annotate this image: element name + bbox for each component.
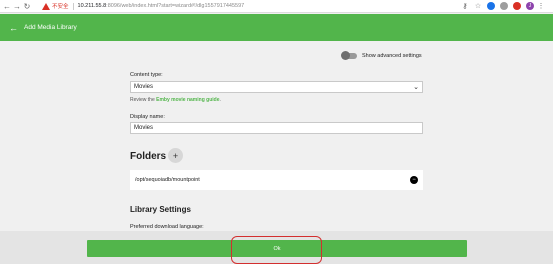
- advanced-settings-label: Show advanced settings: [362, 53, 422, 59]
- content-type-value: Movies: [134, 84, 154, 90]
- naming-guide-hint: Review the Emby movie naming guide.: [130, 97, 221, 103]
- display-name-input[interactable]: Movies: [130, 122, 423, 134]
- download-language-label: Preferred download language:: [130, 224, 204, 230]
- naming-guide-link[interactable]: Emby movie naming guide: [156, 97, 219, 103]
- back-arrow-icon[interactable]: ←: [2, 0, 12, 13]
- gray-extension-icon[interactable]: [500, 2, 508, 10]
- blue-extension-icon[interactable]: [487, 2, 495, 10]
- url-host: 10.211.55.8: [77, 3, 107, 9]
- advanced-settings-toggle[interactable]: Show advanced settings: [341, 51, 422, 60]
- folder-path: /opt/sequoiadb/mountpoint: [135, 177, 200, 183]
- content-type-select[interactable]: Movies ⌄: [130, 81, 423, 93]
- back-arrow-icon[interactable]: ←: [9, 23, 19, 33]
- profile-avatar-icon[interactable]: J: [526, 2, 534, 10]
- library-settings-heading: Library Settings: [130, 205, 191, 214]
- display-name-label: Display name:: [130, 114, 165, 120]
- divider: [72, 2, 74, 10]
- folder-item: /opt/sequoiadb/mountpoint −: [130, 170, 423, 190]
- red-extension-icon[interactable]: [513, 2, 521, 10]
- minus-icon: −: [412, 177, 416, 183]
- insecure-label: 不安全: [52, 4, 69, 10]
- star-icon[interactable]: ☆: [474, 2, 482, 10]
- page-title: Add Media Library: [24, 24, 77, 31]
- app-header: ← Add Media Library: [0, 14, 553, 41]
- content-type-label: Content type:: [130, 72, 163, 78]
- display-name-value: Movies: [134, 125, 154, 131]
- warning-icon: [42, 2, 50, 10]
- url-path: :8096/web/index.html?start=wizard#!/dlg1…: [106, 3, 245, 9]
- plus-icon: +: [172, 150, 179, 161]
- remove-folder-button[interactable]: −: [410, 176, 418, 184]
- folders-heading: Folders: [130, 151, 167, 162]
- extension-bar: ⚷ ☆ J ⋮: [461, 2, 545, 10]
- forward-arrow-icon[interactable]: →: [12, 0, 22, 13]
- toggle-switch[interactable]: [341, 51, 357, 60]
- toggle-knob: [341, 51, 350, 60]
- key-icon[interactable]: ⚷: [461, 2, 469, 10]
- browser-toolbar: ← → ↻ 不安全 10.211.55.8 :8096/web/index.ht…: [0, 0, 553, 13]
- menu-icon[interactable]: ⋮: [538, 2, 545, 10]
- add-folder-button[interactable]: +: [168, 148, 183, 163]
- chevron-down-icon: ⌄: [413, 84, 419, 91]
- address-bar[interactable]: 不安全 10.211.55.8 :8096/web/index.html?sta…: [42, 0, 244, 13]
- ok-button[interactable]: Ok: [87, 240, 467, 257]
- reload-icon[interactable]: ↻: [22, 0, 32, 13]
